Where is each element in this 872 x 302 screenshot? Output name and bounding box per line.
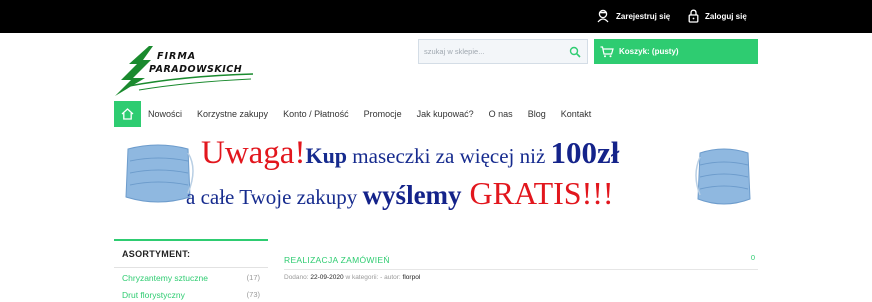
nav-item-jak-kupowac[interactable]: Jak kupować? (417, 109, 474, 119)
banner-text-uwaga: Uwaga! (201, 135, 306, 171)
lock-icon (688, 9, 699, 23)
home-icon (121, 108, 134, 120)
meta-category: w kategorii: (343, 274, 381, 281)
face-mask-right-image (695, 148, 751, 205)
banner-text-gratis: GRATIS!!! (461, 175, 614, 211)
banner-text-wyslemy: wyślemy (362, 180, 462, 210)
meta-author: - autor: (380, 274, 403, 281)
logo-text-line1: FIRMA (157, 51, 197, 62)
comment-count[interactable]: 0 (751, 253, 755, 262)
sidebar-item-count: (17) (246, 273, 260, 282)
post-meta: Dodano: 22-09-2020 w kategorii: - autor:… (284, 274, 420, 281)
banner-text-maseczki: maseczki za więcej niż (347, 144, 551, 168)
cart-label: Koszyk: (pusty) (619, 47, 679, 56)
banner-text-zakupy: a całe Twoje zakupy (186, 185, 363, 209)
nav-item-promocje[interactable]: Promocje (364, 109, 402, 119)
top-bar: Zarejestruj się Zaloguj się (0, 0, 872, 33)
cart-button[interactable]: Koszyk: (pusty) (594, 39, 758, 64)
post-divider (284, 269, 758, 270)
search-input[interactable] (419, 40, 564, 63)
meta-prefix: Dodano: (284, 274, 311, 281)
nav-item-nowosci[interactable]: Nowości (148, 109, 182, 119)
search-icon[interactable] (569, 46, 581, 58)
nav-item-blog[interactable]: Blog (528, 109, 546, 119)
sidebar-title: ASORTYMENT: (114, 239, 268, 268)
banner-text-amount: 100zł (550, 135, 620, 170)
sidebar-item-label: Chryzantemy sztuczne (122, 272, 208, 283)
register-link[interactable]: Zarejestruj się (597, 7, 670, 25)
login-link[interactable]: Zaloguj się (688, 7, 747, 25)
nav-item-konto-platnosc[interactable]: Konto / Płatność (283, 109, 349, 119)
home-button[interactable] (114, 101, 141, 127)
register-label: Zarejestruj się (616, 11, 671, 21)
category-sidebar: ASORTYMENT: Chryzantemy sztuczne (17) Dr… (114, 239, 268, 302)
post-title[interactable]: REALIZACJA ZAMÓWIEŃ (284, 255, 390, 265)
nav-item-korzystne-zakupy[interactable]: Korzystne zakupy (197, 109, 268, 119)
main-navigation: Nowości Korzystne zakupy Konto / Płatnoś… (114, 101, 606, 127)
sidebar-item-chryzantemy[interactable]: Chryzantemy sztuczne (17) (114, 270, 268, 285)
post-author[interactable]: florpol (403, 274, 421, 281)
banner-line-2: a całe Twoje zakupy wyślemy GRATIS!!! (186, 175, 614, 212)
search-box (418, 39, 588, 64)
sidebar-item-count: (73) (246, 290, 260, 299)
post-date: 22-09-2020 (310, 274, 344, 281)
site-logo[interactable]: FIRMA PARADOWSKICH (113, 44, 258, 98)
promo-banner[interactable]: Uwaga!Kup maseczki za więcej niż 100zł a… (118, 135, 752, 215)
banner-line-1: Uwaga!Kup maseczki za więcej niż 100zł (201, 135, 619, 172)
banner-text-kup: Kup (305, 143, 348, 168)
logo-text-line2: PARADOWSKICH (149, 64, 243, 75)
user-add-icon (597, 9, 609, 23)
cart-icon (600, 45, 614, 57)
nav-item-o-nas[interactable]: O nas (489, 109, 513, 119)
sidebar-item-label: Drut florystyczny (122, 289, 185, 300)
login-label: Zaloguj się (705, 11, 747, 21)
nav-item-kontakt[interactable]: Kontakt (561, 109, 592, 119)
